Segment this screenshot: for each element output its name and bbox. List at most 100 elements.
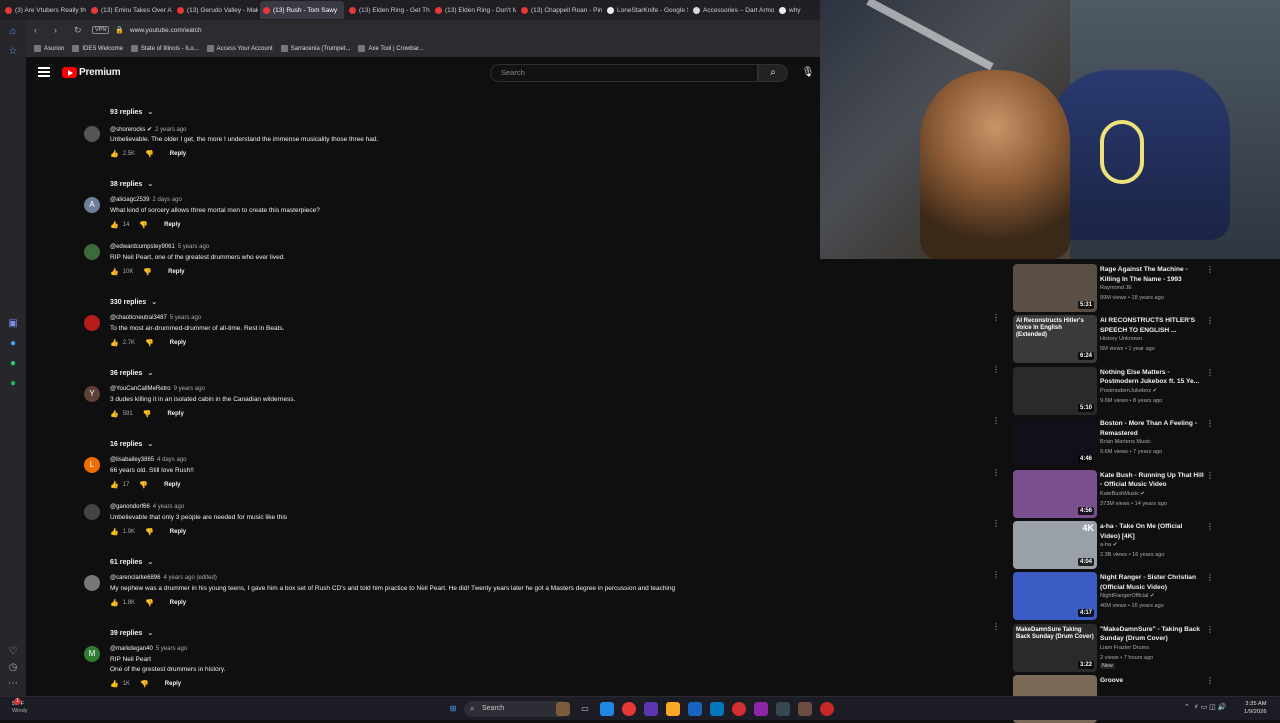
dislike-icon[interactable]: 👎 — [145, 339, 154, 347]
task-view-icon[interactable]: ▭ — [578, 702, 592, 716]
browser-tab[interactable]: (3) Are Vtubers Really tha — [2, 1, 86, 19]
comment-time[interactable]: 2 years ago — [155, 127, 186, 133]
address-bar[interactable]: ‹ › ↻ VPN 🔒 www.youtube.com/watch — [26, 20, 820, 40]
more-vert-icon[interactable]: ⋮ — [1206, 676, 1214, 685]
reply-button[interactable]: Reply — [170, 151, 186, 157]
bookmark-item[interactable]: Asurion — [34, 45, 64, 52]
comment-author-name[interactable]: @chaoticneutral3487 — [110, 315, 167, 321]
search-button[interactable]: ⌕ — [758, 64, 788, 82]
browser-tab[interactable]: LoneStarKnife - Google S — [604, 1, 688, 19]
comment-author-name[interactable]: @YouCanCallMeRetro — [110, 386, 171, 392]
dislike-icon[interactable]: 👎 — [145, 150, 154, 158]
chrome-icon[interactable] — [622, 702, 636, 716]
opera-icon[interactable] — [732, 702, 746, 716]
browser-tab[interactable]: (13) Gerudo Valley - Mak — [174, 1, 258, 19]
bookmark-item[interactable]: State of Illinois - ILo... — [130, 45, 199, 52]
recommendation-item[interactable]: ⋮ 4:46 Boston - More Than A Feeling - Rema… — [992, 413, 1280, 467]
app-icon[interactable]: ▣ — [7, 318, 19, 330]
video-thumbnail[interactable]: AI Reconstructs Hitler's Voice In Englis… — [1013, 315, 1097, 364]
bookmark-item[interactable]: Sarracenia (Trumpet... — [280, 45, 350, 52]
browser-tab[interactable]: (13) Elden Ring - Get The — [346, 1, 430, 19]
youtube-logo[interactable]: Premium — [62, 67, 121, 78]
bookmark-item[interactable]: Axe Tool | Crowbar... — [358, 45, 424, 52]
video-title[interactable]: Night Ranger - Sister Christian (Officia… — [1100, 573, 1204, 592]
explorer-icon[interactable] — [666, 702, 680, 716]
more-vert-icon[interactable]: ⋮ — [992, 416, 1000, 425]
recommendation-item[interactable]: ⋮ 5:10 Nothing Else Matters - Postmodern J… — [992, 362, 1280, 415]
comment-time[interactable]: 4 days ago — [157, 457, 186, 463]
forward-icon[interactable]: › — [54, 25, 66, 35]
more-icon[interactable]: ⋯ — [7, 678, 19, 690]
back-icon[interactable]: ‹ — [34, 25, 46, 35]
opera-gx-icon[interactable] — [754, 702, 768, 716]
windows-start-icon[interactable]: ⊞ — [446, 702, 460, 716]
video-channel[interactable]: KateBushMusic ✔ — [1100, 491, 1145, 497]
avatar[interactable]: M — [84, 646, 100, 662]
more-vert-icon[interactable]: ⋮ — [992, 468, 1000, 477]
star-icon[interactable]: ☆ — [7, 46, 19, 58]
dislike-icon[interactable]: 👎 — [145, 599, 154, 607]
url-text[interactable]: www.youtube.com/watch — [130, 27, 202, 34]
video-thumbnail[interactable]: 4:17 — [1013, 572, 1097, 621]
replies-toggle[interactable]: 330 replies ⌄ — [110, 298, 157, 307]
comment-time[interactable]: 5 years ago — [178, 244, 209, 250]
like-icon[interactable]: 👍 — [110, 599, 119, 607]
comment-author[interactable]: @lisabailey3865 4 days ago — [110, 457, 186, 463]
store-icon[interactable] — [688, 702, 702, 716]
comment-author-name[interactable]: @lisabailey3865 — [110, 457, 154, 463]
video-thumbnail[interactable]: 4:56 — [1013, 469, 1097, 518]
dislike-icon[interactable]: 👎 — [145, 528, 154, 536]
steam-icon[interactable] — [776, 702, 790, 716]
recommendation-item[interactable]: 5:31 Rage Against The Machine - Killing I… — [994, 259, 1280, 312]
video-channel[interactable]: Brian Martens Music — [1100, 439, 1151, 445]
video-thumbnail[interactable]: MakeDamnSure Taking Back Sunday (Drum Co… — [1013, 623, 1097, 672]
reply-button[interactable]: Reply — [165, 681, 181, 687]
replies-toggle[interactable]: 61 replies ⌄ — [110, 558, 153, 567]
edge-icon[interactable] — [600, 702, 614, 716]
comment-author[interactable]: @carenclarke6896 4 years ago (edited) — [110, 575, 217, 581]
video-channel[interactable]: a-ha ✔ — [1100, 542, 1117, 548]
browser-tab[interactable]: (13) Rush - Tom Sawy — [260, 1, 344, 19]
more-vert-icon[interactable]: ⋮ — [1206, 265, 1214, 274]
history-icon[interactable]: ◷ — [7, 662, 19, 674]
teams-icon[interactable] — [644, 702, 658, 716]
video-title[interactable]: Nothing Else Matters - Postmodern Jukebo… — [1100, 368, 1204, 387]
like-icon[interactable]: 👍 — [110, 410, 119, 418]
video-channel[interactable]: Liam Frazier Drums — [1100, 645, 1149, 651]
video-channel[interactable]: NightRangerOfficial ✔ — [1100, 593, 1155, 599]
comment-author[interactable]: @shorerocks ✔ 2 years ago — [110, 126, 187, 133]
reply-button[interactable]: Reply — [170, 600, 186, 606]
reply-button[interactable]: Reply — [168, 269, 184, 275]
replies-toggle[interactable]: 16 replies ⌄ — [110, 440, 153, 449]
avatar[interactable]: L — [84, 457, 100, 473]
taskbar-search[interactable]: ⌕ Search — [464, 701, 570, 717]
browser-tab[interactable]: (13) Elden Ring - Don't M — [432, 1, 516, 19]
heart-icon[interactable]: ♡ — [7, 646, 19, 658]
more-vert-icon[interactable]: ⋮ — [992, 365, 1000, 374]
comment-time[interactable]: 5 years ago — [156, 646, 187, 652]
comment-author[interactable]: @edwardcumpstey9061 5 years ago — [110, 244, 209, 250]
recommendation-item[interactable]: ⋮ 4K 4:04 a-ha - Take On Me (Official Video… — [992, 516, 1280, 569]
app-icon[interactable] — [820, 702, 834, 716]
dislike-icon[interactable]: 👎 — [140, 680, 149, 688]
reply-button[interactable]: Reply — [170, 340, 186, 346]
comment-time[interactable]: 5 years ago — [170, 315, 201, 321]
reply-button[interactable]: Reply — [170, 529, 186, 535]
avatar[interactable] — [84, 504, 100, 520]
more-vert-icon[interactable]: ⋮ — [1206, 316, 1214, 325]
video-title[interactable]: Boston - More Than A Feeling - Remastere… — [1100, 419, 1204, 438]
mic-icon[interactable]: 🎙 — [800, 65, 816, 81]
home-icon[interactable]: ⌂ — [7, 26, 19, 38]
video-thumbnail[interactable]: 5:10 — [1013, 366, 1097, 415]
video-channel[interactable]: History Unknown — [1100, 336, 1142, 342]
app-icon[interactable] — [798, 702, 812, 716]
like-icon[interactable]: 👍 — [110, 221, 119, 229]
lock-icon[interactable]: 🔒 — [115, 26, 124, 34]
dislike-icon[interactable]: 👎 — [139, 221, 148, 229]
bookmark-item[interactable]: Access Your Account — [206, 45, 273, 52]
system-tray[interactable]: ⌃ ⚡ ▭ ◫ 🔊 — [1184, 703, 1226, 711]
video-title[interactable]: "MakeDamnSure" - Taking Back Sunday (Dru… — [1100, 625, 1204, 644]
bookmark-item[interactable]: IDES Welcome — [72, 45, 123, 52]
comment-author-name[interactable]: @aliciagc2539 — [110, 197, 149, 203]
reply-button[interactable]: Reply — [164, 222, 180, 228]
